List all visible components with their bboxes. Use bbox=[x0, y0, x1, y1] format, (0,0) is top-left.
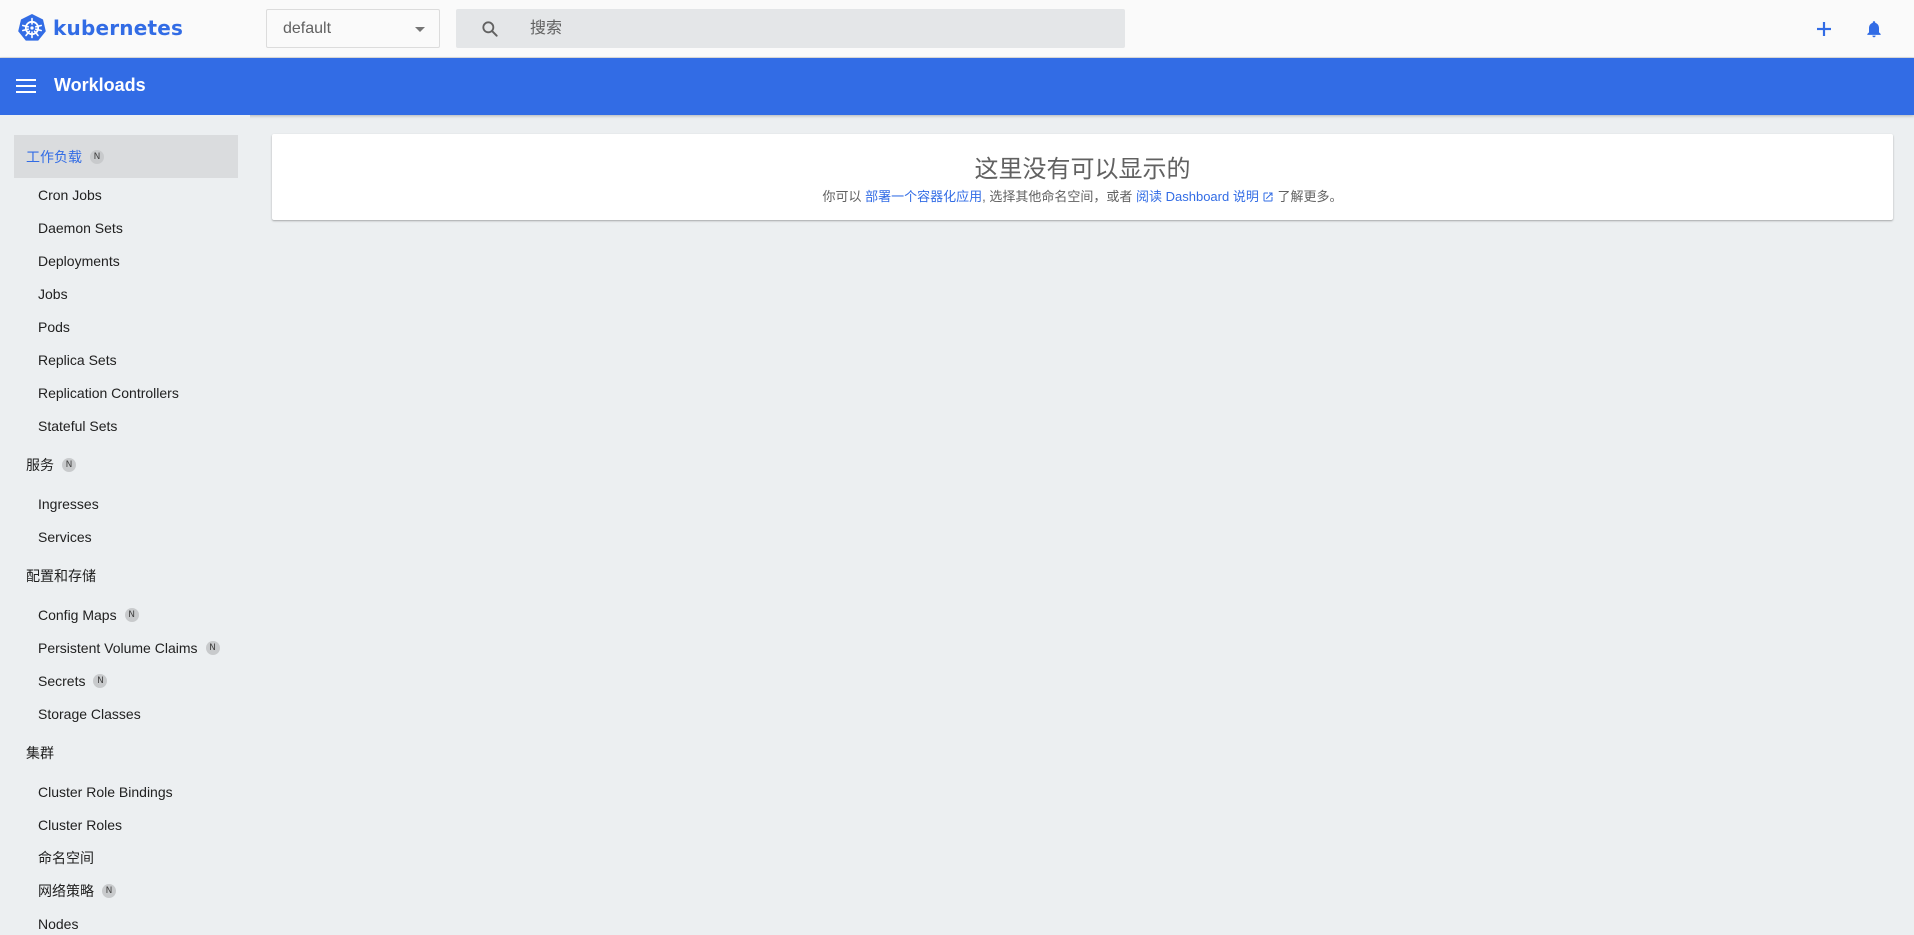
sidebar-item-label: Cluster Role Bindings bbox=[38, 784, 173, 800]
sidebar-item-cron-jobs[interactable]: Cron Jobs bbox=[38, 184, 102, 206]
sidebar-item-replication-controllers[interactable]: Replication Controllers bbox=[38, 382, 179, 404]
sidebar-item-deployments[interactable]: Deployments bbox=[38, 250, 120, 272]
sidebar-item-daemon-sets[interactable]: Daemon Sets bbox=[38, 217, 123, 239]
sidebar-item-label: Cluster Roles bbox=[38, 817, 123, 833]
bell-icon bbox=[1867, 21, 1881, 38]
sidebar-item-label: Nodes bbox=[38, 916, 79, 932]
sidebar-item-nodes[interactable]: Nodes bbox=[38, 913, 78, 935]
empty-state-card: 这里没有可以显示的 你可以 部署一个容器化应用, 选择其他命名空间，或者 阅读 … bbox=[272, 134, 1893, 220]
namespaced-badge: N bbox=[90, 149, 104, 164]
search-input[interactable] bbox=[528, 9, 1108, 48]
namespace-value: default bbox=[283, 19, 332, 37]
sidebar-item-cluster-roles[interactable]: Cluster Roles bbox=[38, 814, 122, 836]
read-docs-link[interactable]: 阅读 Dashboard 说明 bbox=[1136, 189, 1274, 204]
sidebar-group-label: 服务 bbox=[26, 456, 54, 473]
sidebar-item-label: Persistent Volume Claims bbox=[38, 640, 198, 656]
read-docs-label: 阅读 Dashboard 说明 bbox=[1136, 189, 1259, 204]
sidebar-item-label: 命名空间 bbox=[38, 850, 94, 866]
sidebar-group-workloads[interactable]: 工作负载 N bbox=[14, 135, 238, 178]
logo-text: kubernetes bbox=[53, 16, 184, 40]
search-icon bbox=[482, 21, 498, 37]
sidebar-item-network-policies[interactable]: 网络策略 N bbox=[38, 880, 116, 902]
top-toolbar: kubernetes default bbox=[0, 0, 1914, 58]
kubernetes-helm-icon bbox=[18, 14, 46, 41]
sidebar-item-stateful-sets[interactable]: Stateful Sets bbox=[38, 415, 117, 437]
sidebar-item-secrets[interactable]: Secrets N bbox=[38, 670, 108, 692]
create-button[interactable] bbox=[1808, 13, 1840, 45]
sidebar-item-label: Secrets bbox=[38, 673, 86, 689]
dropdown-arrow-icon bbox=[415, 27, 425, 32]
hamburger-menu-icon[interactable] bbox=[14, 73, 40, 99]
namespaced-badge: N bbox=[102, 884, 116, 898]
sidebar-group-label: 配置和存储 bbox=[26, 567, 96, 584]
sidebar-item-cluster-role-bindings[interactable]: Cluster Role Bindings bbox=[38, 781, 173, 803]
search-bar bbox=[456, 9, 1125, 48]
sidebar-item-storage-classes[interactable]: Storage Classes bbox=[38, 703, 141, 725]
page-title: Workloads bbox=[54, 75, 146, 95]
sidebar-item-config-maps[interactable]: Config Maps N bbox=[38, 604, 139, 626]
desc-suffix: 了解更多。 bbox=[1277, 189, 1343, 204]
sidebar-item-pods[interactable]: Pods bbox=[38, 316, 70, 338]
sidebar-group-label: 工作负载 bbox=[26, 148, 82, 165]
namespaced-badge: N bbox=[62, 457, 76, 472]
sidebar-item-services[interactable]: Services bbox=[38, 526, 92, 548]
sidebar: 工作负载 N Cron Jobs Daemon Sets Deployments… bbox=[0, 115, 250, 933]
desc-prefix: 你可以 bbox=[822, 189, 862, 204]
sidebar-item-replica-sets[interactable]: Replica Sets bbox=[38, 349, 117, 371]
kubernetes-logo[interactable]: kubernetes bbox=[17, 13, 183, 43]
sidebar-item-persistent-volume-claims[interactable]: Persistent Volume Claims N bbox=[38, 637, 220, 659]
empty-state-description: 你可以 部署一个容器化应用, 选择其他命名空间，或者 阅读 Dashboard … bbox=[272, 186, 1893, 205]
sidebar-item-label: Config Maps bbox=[38, 607, 117, 623]
deploy-app-link[interactable]: 部署一个容器化应用 bbox=[865, 189, 982, 204]
namespaced-badge: N bbox=[124, 608, 139, 622]
desc-middle: , 选择其他命名空间，或者 bbox=[982, 189, 1133, 204]
empty-state-title: 这里没有可以显示的 bbox=[974, 156, 1191, 183]
sidebar-group-config-storage[interactable]: 配置和存储 bbox=[14, 554, 238, 597]
sidebar-group-label: 集群 bbox=[26, 744, 54, 761]
external-link-icon bbox=[1263, 192, 1273, 202]
app-header: Workloads bbox=[0, 58, 1914, 115]
sidebar-group-services[interactable]: 服务 N bbox=[14, 443, 238, 486]
namespaced-badge: N bbox=[93, 674, 108, 688]
sidebar-item-ingresses[interactable]: Ingresses bbox=[38, 493, 99, 515]
sidebar-item-namespaces[interactable]: 命名空间 bbox=[38, 847, 94, 869]
namespace-selector[interactable]: default bbox=[266, 9, 440, 48]
sidebar-item-label: Storage Classes bbox=[38, 706, 141, 722]
sidebar-item-jobs[interactable]: Jobs bbox=[38, 283, 68, 305]
sidebar-group-cluster[interactable]: 集群 bbox=[14, 731, 238, 774]
plus-icon bbox=[1817, 22, 1831, 36]
notifications-button[interactable] bbox=[1858, 13, 1890, 45]
sidebar-item-label: 网络策略 bbox=[38, 883, 94, 899]
namespaced-badge: N bbox=[205, 641, 220, 655]
